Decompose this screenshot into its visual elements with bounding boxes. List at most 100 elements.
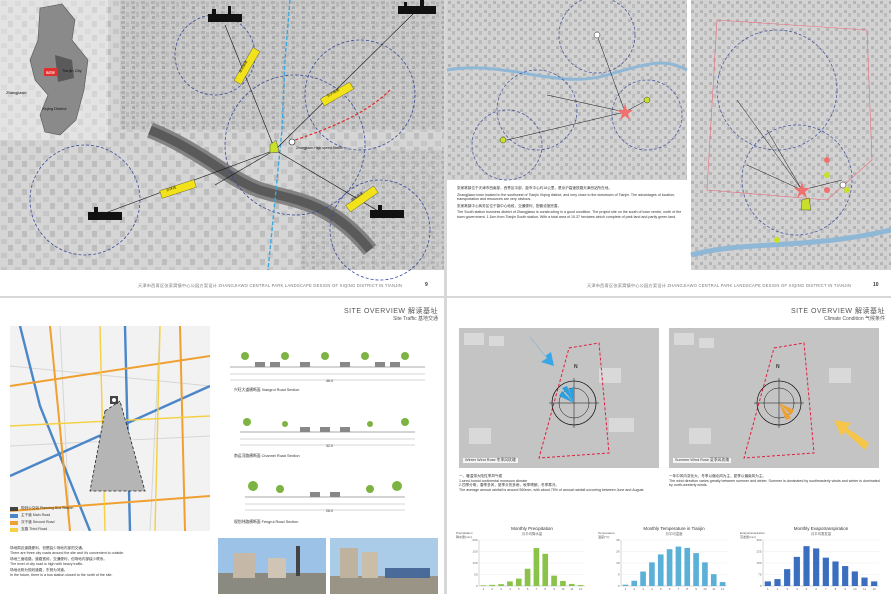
legend-item-bus: 规划公交站 Planning Bus Station [10,506,73,511]
x-tick-label: 8 [544,587,546,591]
y-tick-label: 18 [616,561,620,565]
bar [622,584,629,586]
y-tick-label: 9 [618,573,620,577]
x-tick-label: 10 [561,587,565,591]
x-tick-label: 2 [491,587,493,591]
text-cn-1: 张家窝镇位于天津市西南部，西青区中部，距市中心约18公里，是京沪高速铁路天津西站… [457,186,612,190]
road-section-fengrui [245,481,405,511]
bar [842,566,849,586]
x-tick-label: 10 [703,587,707,591]
x-tick-label: 9 [844,587,846,591]
bar [533,548,540,586]
bar [666,549,673,586]
bar [560,580,566,586]
chart-title: Monthly Precipitation [511,526,553,531]
text-cn-2: 张家窝镇中心商务区位于镇中心地段，交通便利，配套设施完善。 [457,203,562,208]
traffic-notes: 场地周边道路便利，但是缺少场地内部的交通。 There are three ci… [10,546,215,580]
x-tick-label: 3 [500,587,502,591]
inset-city-label: Tianjin City [62,68,82,73]
x-tick-label: 10 [853,587,857,591]
temperature-chart: Monthly Temperature in Tianjin月平均温度Tempe… [598,526,727,591]
x-tick-label: 6 [669,587,671,591]
x-tick-label: 1 [767,587,769,591]
y-tick-label: 26 [616,550,620,554]
bar [822,557,829,586]
bar [813,548,820,586]
x-tick-label: 6 [815,587,817,591]
section2-caption: 南运河路横断面 Channel Road Section [234,454,300,458]
x-tick-label: 5 [660,587,662,591]
location-aerial-map [0,0,444,281]
bar [480,585,487,586]
x-tick-label: 1 [483,587,485,591]
surroundings-maps [447,0,891,270]
bar [693,553,699,586]
bar [657,554,664,586]
y-tick-label: 150 [756,561,761,565]
page1-footer: 天津市西青区张家窝镇中心公园方案设计 ZHANGJIAWO CENTRAL PA… [138,283,403,288]
bar [551,575,557,586]
site-photo-1 [218,538,326,594]
bar [861,577,868,586]
x-tick-label: 5 [518,587,520,591]
site-photo-2 [330,538,438,594]
surroundings-text: 张家窝镇位于天津市西南部，西青区中部，距市中心约18公里，是京沪高速铁路天津西站… [457,186,682,222]
bar [507,581,513,586]
climate-notes-left: 一、暖温带大陆性季风气候 1.semi-humid continental mo… [459,474,659,494]
x-tick-label: 2 [777,587,779,591]
section1-caption: 兴旺大道横断面 Xiangrui Road Section [234,388,300,392]
page2-footer: 天津市西青区张家窝镇中心公园方案设计 ZHANGJIAWO CENTRAL PA… [587,283,852,288]
north-label-summer: N [776,364,780,370]
station-label: Zhangjiawo High-speed Station [296,146,344,150]
bar [832,561,839,586]
legend-label-main: 主干道 Main Road [21,513,51,517]
x-tick-label: 8 [686,587,688,591]
x-tick-label: 4 [651,587,653,591]
bar [577,585,584,586]
bar [675,546,682,586]
x-tick-label: 7 [536,587,538,591]
north-label-winter: N [574,364,578,370]
inset-district-label: Xiqing District [42,106,67,111]
bar [851,571,858,586]
section3-caption: 规划纬路横断面 Fengrui Road Section [234,520,299,524]
legend-swatch-second [10,520,18,525]
x-tick-label: 6 [527,587,529,591]
summer-wind-caption: Summer Wind Rose 夏季风玫瑰 [673,458,732,463]
bar [498,584,504,586]
page4-subtitle: Climate Condition 气候条件 [824,316,885,322]
bar [631,580,638,586]
chart-subtitle: 月平均降水量 [522,531,543,536]
climate-note-l4: The average annual rainfall is around 55… [459,487,645,492]
legend-swatch-bus [10,506,18,511]
inset-site-label: SITE [46,70,55,75]
x-tick-label: 7 [678,587,680,591]
bar [764,581,771,586]
legend-label-second: 次干道 Second Road [21,520,55,524]
x-tick-label: 12 [721,587,725,591]
x-tick-label: 4 [509,587,511,591]
x-tick-label: 11 [570,587,573,591]
x-tick-label: 9 [695,587,697,591]
y-tick-label: 35 [616,538,620,542]
text-en-1: Zhangjiawo town located in the southwest… [457,192,676,202]
climate-notes-right: 一年中风向变化大，冬季以偏北风为主，夏季以偏南风为主。 The wind dir… [669,474,881,490]
bar [719,582,726,586]
chart-title: Monthly Temperature in Tianjin [643,526,705,531]
road-section-channel [240,418,415,446]
road-section-xiangrui [230,352,425,381]
x-tick-label: 2 [633,587,635,591]
y-tick-label: 200 [472,538,477,542]
page1-number: 9 [425,282,428,288]
x-tick-label: 8 [835,587,837,591]
legend-swatch-main [10,513,18,518]
bar [871,581,878,586]
traffic-note-2: There are three city roads around the si… [10,550,125,555]
page-surroundings: 张家窝镇位于天津市西南部，西青区中部，距市中心约18公里，是京沪高速铁路天津西站… [447,0,891,296]
traffic-note-6: In the future, there is a bus station cl… [10,572,113,577]
inset-town-label: Zhangjiawo [6,90,27,95]
bar [774,579,781,586]
y-tick-label: 225 [756,550,761,554]
x-tick-label: 4 [796,587,798,591]
winter-wind-caption: Winter Wind Rose 冬季风玫瑰 [463,458,518,463]
